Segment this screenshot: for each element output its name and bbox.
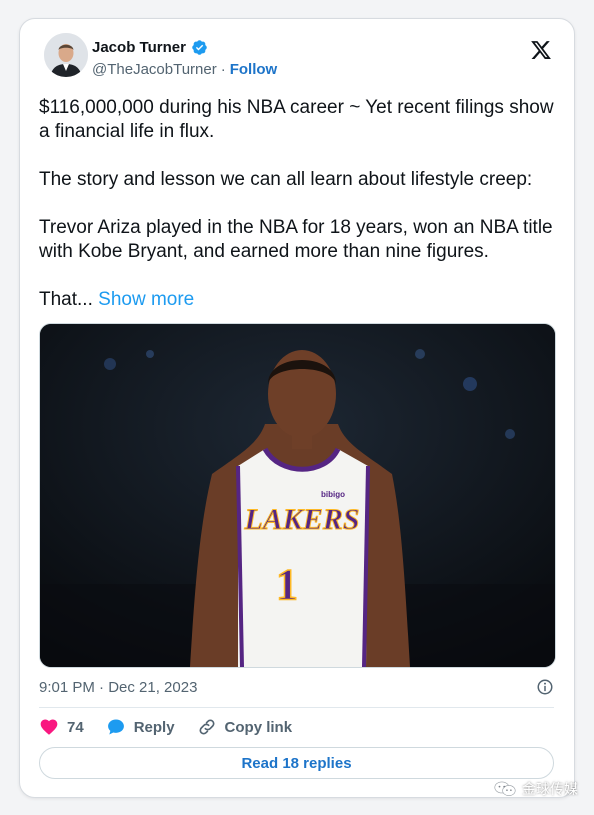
like-count: 74	[67, 718, 84, 736]
tweet-image[interactable]: LAKERS 1 bibigo	[39, 323, 556, 668]
read-replies-button[interactable]: Read 18 replies	[39, 747, 554, 779]
author-handle[interactable]: @TheJacobTurner	[92, 61, 217, 78]
follow-button[interactable]: Follow	[230, 61, 278, 78]
avatar[interactable]	[44, 33, 88, 77]
tweet-paragraph-4: That... Show more	[39, 288, 559, 312]
author-block: Jacob Turner @TheJacobTurner · Follow	[92, 37, 278, 79]
jersey-team: LAKERS	[243, 503, 359, 536]
info-icon[interactable]	[536, 678, 554, 696]
divider	[39, 707, 554, 708]
copy-link-button[interactable]: Copy link	[197, 717, 293, 737]
watermark-text: 金球传媒	[522, 781, 578, 797]
tweet-text: $116,000,000 during his NBA career ~ Yet…	[39, 96, 559, 312]
verified-badge-icon	[192, 39, 207, 55]
truncated-text: That...	[39, 289, 99, 310]
tweet-paragraph-2: The story and lesson we can all learn ab…	[39, 169, 533, 190]
tweet-card: Jacob Turner @TheJacobTurner · Follow $1…	[19, 18, 575, 798]
tweet-meta: 9:01 PM · Dec 21, 2023	[39, 677, 554, 697]
timestamp[interactable]: 9:01 PM · Dec 21, 2023	[39, 679, 197, 696]
author-name[interactable]: Jacob Turner	[92, 39, 186, 56]
copy-link-label: Copy link	[224, 718, 293, 736]
tweet-paragraph-3: Trevor Ariza played in the NBA for 18 ye…	[39, 217, 553, 262]
link-icon	[199, 719, 215, 735]
tweet-header: Jacob Turner @TheJacobTurner · Follow	[44, 33, 556, 89]
watermark: 金球传媒	[494, 779, 578, 799]
like-button[interactable]: 74	[39, 717, 84, 737]
tweet-actions: 74 Reply Copy link	[39, 715, 292, 739]
heart-icon	[40, 719, 58, 735]
show-more-link[interactable]: Show more	[98, 289, 194, 310]
x-logo-icon[interactable]	[530, 39, 552, 61]
jersey-sponsor: bibigo	[321, 490, 345, 499]
separator: ·	[220, 61, 226, 78]
reply-bubble-icon	[107, 719, 124, 735]
reply-button[interactable]: Reply	[106, 717, 175, 737]
reply-label: Reply	[133, 718, 175, 736]
jersey-number: 1	[276, 560, 298, 609]
wechat-icon	[494, 781, 516, 796]
tweet-paragraph-1: $116,000,000 during his NBA career ~ Yet…	[39, 97, 554, 142]
